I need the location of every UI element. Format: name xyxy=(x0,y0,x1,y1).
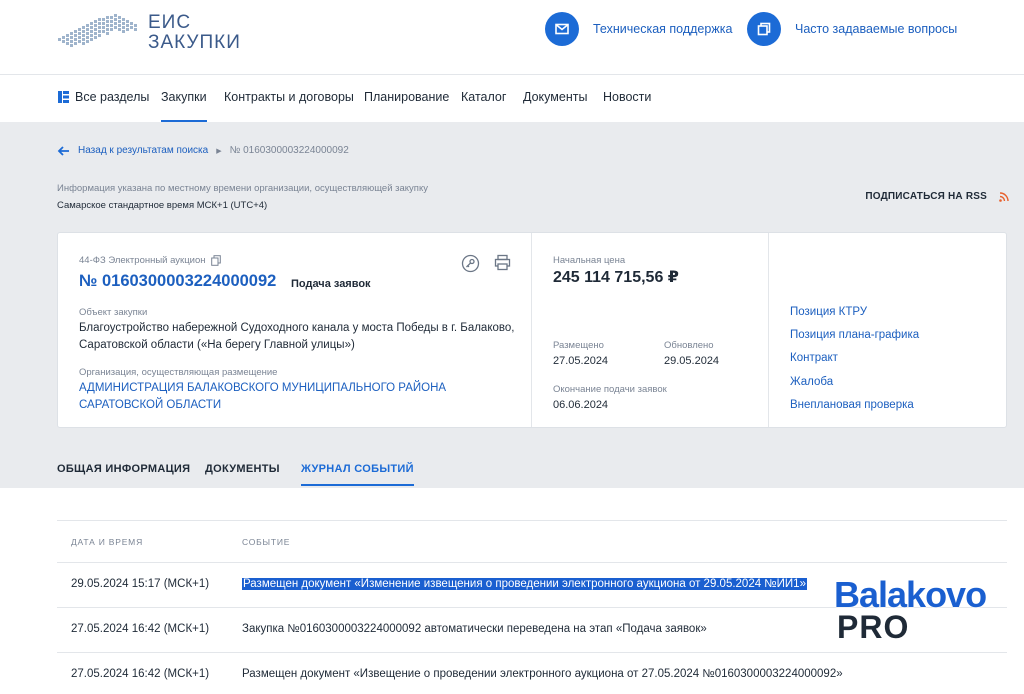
print-icon[interactable] xyxy=(494,254,511,271)
table-row[interactable]: 27.05.2024 16:42 (МСК+1) Размещен докуме… xyxy=(57,653,1007,694)
watermark-logo: Balakovo PRO xyxy=(834,575,994,646)
event-text-selected[interactable]: Размещен документ «Изменение извещения о… xyxy=(242,578,807,590)
watermark-line-2: PRO xyxy=(837,609,910,645)
support-link[interactable]: Техническая поддержка xyxy=(545,12,732,46)
updated-date: 29.05.2024 xyxy=(664,355,720,367)
nav-news[interactable]: Новости xyxy=(603,90,651,104)
breadcrumb: Назад к результатам поиска ▶ № 016030000… xyxy=(57,145,349,156)
support-label: Техническая поддержка xyxy=(593,22,733,36)
updated-label: Обновлено xyxy=(664,340,714,351)
faq-icon xyxy=(747,12,781,46)
organization-label: Организация, осуществляющая размещение xyxy=(79,367,278,378)
timezone-value: Самарское стандартное время МСК+1 (UTC+4… xyxy=(57,200,268,211)
breadcrumb-current: № 0160300003224000092 xyxy=(229,145,349,156)
procedure-type-label: 44-ФЗ Электронный аукцион xyxy=(79,255,206,266)
rss-subscribe-link[interactable]: ПОДПИСАТЬСЯ НА RSS xyxy=(865,191,1009,202)
price-label: Начальная цена xyxy=(553,255,626,266)
link-contract[interactable]: Контракт xyxy=(790,352,838,364)
object-text: Благоустройство набережной Судоходного к… xyxy=(79,322,515,351)
copy-icon[interactable] xyxy=(211,255,222,266)
site-header: ЕИС ЗАКУПКИ Техническая поддержка Часто … xyxy=(0,0,1024,75)
posted-date: 27.05.2024 xyxy=(553,355,609,367)
card-links-column: Позиция КТРУ Позиция плана-графика Контр… xyxy=(769,233,1006,427)
deadline-date: 06.06.2024 xyxy=(553,399,609,411)
link-complaint[interactable]: Жалоба xyxy=(790,376,833,388)
arrow-left-icon[interactable] xyxy=(57,145,70,156)
nav-documents[interactable]: Документы xyxy=(523,90,587,104)
main-nav: Все разделы Закупки Контракты и договоры… xyxy=(0,76,1024,122)
event-date: 27.05.2024 16:42 (МСК+1) xyxy=(71,668,210,680)
chevron-right-icon: ▶ xyxy=(216,147,222,155)
card-main-column: 44-ФЗ Электронный аукцион № 016030000322… xyxy=(58,233,532,427)
timezone-note: Информация указана по местному времени о… xyxy=(57,183,428,194)
nav-all-sections[interactable]: Все разделы xyxy=(58,90,149,104)
faq-label: Часто задаваемые вопросы xyxy=(795,22,958,36)
procurement-stage: Подача заявок xyxy=(291,278,371,290)
mail-icon xyxy=(545,12,579,46)
nav-catalog[interactable]: Каталог xyxy=(461,90,506,104)
event-text: Закупка №0160300003224000092 автоматичес… xyxy=(242,623,707,635)
initial-price: 245 114 715,56 ₽ xyxy=(553,269,679,286)
tab-event-log[interactable]: ЖУРНАЛ СОБЫТИЙ xyxy=(301,463,414,486)
object-label: Объект закупки xyxy=(79,307,148,318)
deadline-label: Окончание подачи заявок xyxy=(553,384,667,395)
link-unscheduled-check[interactable]: Внеплановая проверка xyxy=(790,399,914,411)
tab-documents[interactable]: ДОКУМЕНТЫ xyxy=(205,463,280,475)
event-text: Размещен документ «Извещение о проведени… xyxy=(242,668,843,680)
nav-contracts[interactable]: Контракты и договоры xyxy=(224,90,354,104)
tab-general-info[interactable]: ОБЩАЯ ИНФОРМАЦИЯ xyxy=(57,463,190,475)
key-icon[interactable] xyxy=(461,254,480,273)
organization-link[interactable]: АДМИНИСТРАЦИЯ БАЛАКОВСКОГО МУНИЦИПАЛЬНОГ… xyxy=(79,380,519,414)
table-header: ДАТА И ВРЕМЯ СОБЫТИЕ xyxy=(57,520,1007,563)
logo-text: ЕИС ЗАКУПКИ xyxy=(148,13,241,53)
nav-purchases[interactable]: Закупки xyxy=(161,90,207,122)
faq-link[interactable]: Часто задаваемые вопросы xyxy=(747,12,957,46)
link-plan-schedule[interactable]: Позиция плана-графика xyxy=(790,329,919,341)
nav-planning[interactable]: Планирование xyxy=(364,90,449,104)
rss-label: ПОДПИСАТЬСЯ НА RSS xyxy=(865,191,987,202)
russia-map-icon xyxy=(58,14,137,47)
logo-line-2: ЗАКУПКИ xyxy=(148,32,241,53)
procurement-card: 44-ФЗ Электронный аукцион № 016030000322… xyxy=(57,232,1007,428)
procedure-type: 44-ФЗ Электронный аукцион xyxy=(79,255,222,266)
rss-icon xyxy=(999,191,1009,202)
link-ktru-position[interactable]: Позиция КТРУ xyxy=(790,306,867,318)
column-event: СОБЫТИЕ xyxy=(242,537,291,547)
nav-label: Все разделы xyxy=(75,90,150,104)
sections-icon xyxy=(58,91,69,103)
procurement-header-area: Назад к результатам поиска ▶ № 016030000… xyxy=(0,122,1024,488)
logo-line-1: ЕИС xyxy=(148,12,192,33)
procurement-number[interactable]: № 0160300003224000092 xyxy=(79,272,276,291)
card-price-column: Начальная цена 245 114 715,56 ₽ Размещен… xyxy=(532,233,769,427)
event-date: 27.05.2024 16:42 (МСК+1) xyxy=(71,623,210,635)
posted-label: Размещено xyxy=(553,340,604,351)
eis-logo[interactable]: ЕИС ЗАКУПКИ xyxy=(56,12,241,54)
back-to-results-link[interactable]: Назад к результатам поиска xyxy=(78,145,208,156)
event-date: 29.05.2024 15:17 (МСК+1) xyxy=(71,578,210,590)
column-date: ДАТА И ВРЕМЯ xyxy=(71,537,144,547)
